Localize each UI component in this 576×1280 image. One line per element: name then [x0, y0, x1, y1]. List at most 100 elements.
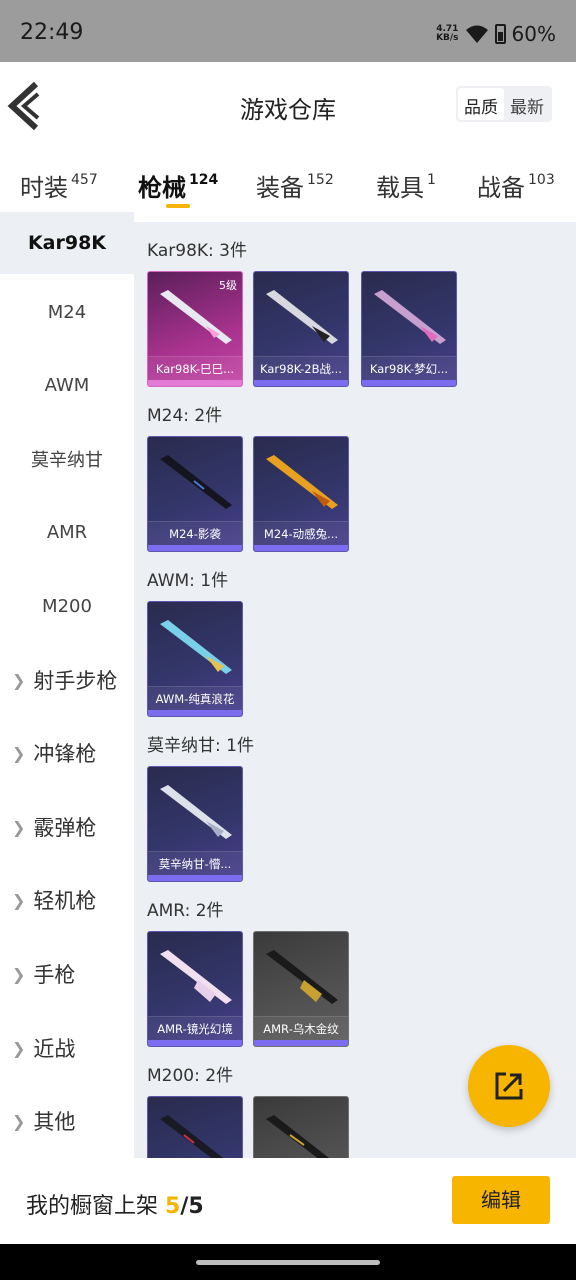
tab-supplies[interactable]: 战备 103	[477, 168, 555, 203]
sidebar-group-label: 其他	[33, 1110, 76, 1134]
weapon-card[interactable]: M24-动感兔...	[253, 436, 349, 552]
sidebar-group-label: 霰弹枪	[33, 816, 97, 840]
weapon-card[interactable]: AMR-镜光幻境	[147, 931, 243, 1047]
chevron-right-icon: ❯	[12, 1111, 26, 1131]
chevron-right-icon: ❯	[12, 890, 26, 910]
rifle-icon	[266, 950, 338, 1004]
weapon-card[interactable]: 莫辛纳甘-懵...	[147, 766, 243, 882]
rifle-icon	[160, 1115, 224, 1158]
rarity-bar	[148, 710, 242, 716]
rarity-bar	[362, 380, 456, 386]
edit-button[interactable]: 编辑	[452, 1176, 550, 1224]
section-title: AWM: 1件	[147, 571, 229, 591]
rifle-icon	[160, 950, 232, 1004]
sidebar-group-pistol[interactable]: ❯ 手枪	[0, 948, 134, 1000]
sort-toggle: 品质 最新	[456, 86, 552, 122]
weapon-sidebar: Kar98K M24 AWM 莫辛纳甘 AMR M200 ❯ 射手步枪 ❯ 冲锋枪 …	[0, 212, 134, 1158]
tab-vehicles[interactable]: 载具 1	[376, 168, 436, 203]
sidebar-group-smg[interactable]: ❯ 冲锋枪	[0, 727, 134, 779]
rarity-bar	[254, 380, 348, 386]
section-title: 莫辛纳甘: 1件	[147, 736, 254, 756]
weapon-card[interactable]: AMR-乌木金纹	[253, 931, 349, 1047]
sort-quality-button[interactable]: 品质	[458, 88, 504, 120]
tab-count: 457	[71, 172, 98, 188]
weapon-name: AWM-纯真浪花	[148, 686, 242, 710]
sort-latest-button[interactable]: 最新	[504, 88, 550, 120]
chevron-right-icon: ❯	[12, 817, 26, 837]
battery-icon	[494, 24, 506, 44]
rarity-bar	[254, 1040, 348, 1046]
tab-fashion[interactable]: 时装 457	[20, 168, 98, 203]
sidebar-group-label: 射手步枪	[33, 669, 118, 693]
rarity-bar	[148, 380, 242, 386]
chevron-right-icon: ❯	[12, 964, 26, 984]
header: 游戏仓库 品质 最新	[0, 62, 576, 152]
rifle-icon	[160, 620, 232, 674]
weapon-list: Kar98K: 3件 5级 Kar98K-巳巳... Kar98K-2B战...…	[134, 222, 576, 1158]
weapon-card[interactable]: M24-影袭	[147, 436, 243, 552]
sidebar-item-m24[interactable]: M24	[0, 286, 134, 338]
weapon-card[interactable]	[147, 1096, 243, 1158]
weapon-name: M24-影袭	[148, 521, 242, 545]
level-badge: 5级	[219, 279, 237, 292]
clock: 22:49	[20, 20, 84, 45]
weapon-name: AMR-乌木金纹	[254, 1016, 348, 1040]
rifle-icon	[266, 1115, 330, 1158]
rifle-icon	[266, 455, 338, 509]
weapon-card[interactable]: 5级 Kar98K-巳巳...	[147, 271, 243, 387]
rarity-bar	[254, 545, 348, 551]
sidebar-item-kar98k[interactable]: Kar98K	[0, 212, 134, 274]
showcase-label: 我的橱窗上架	[26, 1194, 159, 1219]
chevron-right-icon: ❯	[12, 1038, 26, 1058]
sidebar-item-mosin[interactable]: 莫辛纳甘	[0, 433, 134, 485]
sidebar-group-melee[interactable]: ❯ 近战	[0, 1022, 134, 1074]
rifle-icon	[160, 455, 232, 509]
tab-label: 战备	[477, 174, 525, 202]
tab-label: 装备	[256, 174, 304, 202]
sidebar-group-shotgun[interactable]: ❯ 霰弹枪	[0, 801, 134, 853]
sidebar-group-label: 冲锋枪	[33, 742, 97, 766]
rifle-icon	[160, 785, 232, 839]
section-title: AMR: 2件	[147, 901, 224, 921]
tab-count: 124	[189, 172, 219, 188]
tab-guns[interactable]: 枪械 124	[138, 168, 218, 203]
sidebar-item-amr[interactable]: AMR	[0, 506, 134, 558]
share-fab[interactable]	[468, 1045, 550, 1127]
sidebar-group-label: 轻机枪	[33, 889, 97, 913]
sidebar-group-lmg[interactable]: ❯ 轻机枪	[0, 874, 134, 926]
rarity-bar	[148, 545, 242, 551]
sidebar-item-awm[interactable]: AWM	[0, 359, 134, 411]
sidebar-group-dmr[interactable]: ❯ 射手步枪	[0, 654, 134, 706]
status-bar: 22:49 4.71 KB/s 60%	[0, 0, 576, 62]
sidebar-item-m200[interactable]: M200	[0, 580, 134, 632]
tab-active-indicator	[166, 204, 190, 208]
section-title: M200: 2件	[147, 1066, 234, 1086]
system-nav-bar	[0, 1244, 576, 1280]
battery-percent: 60%	[511, 22, 556, 46]
weapon-card[interactable]	[253, 1096, 349, 1158]
tab-count: 152	[307, 172, 334, 188]
rifle-icon	[374, 290, 446, 344]
showcase-total: /5	[180, 1194, 204, 1219]
tab-equipment[interactable]: 装备 152	[256, 168, 334, 203]
weapon-card[interactable]: Kar98K-梦幻...	[361, 271, 457, 387]
tab-label: 时装	[20, 174, 68, 202]
home-indicator[interactable]	[196, 1260, 380, 1265]
rifle-icon	[160, 290, 232, 344]
weapon-card[interactable]: AWM-纯真浪花	[147, 601, 243, 717]
weapon-name: AMR-镜光幻境	[148, 1016, 242, 1040]
tab-count: 103	[528, 172, 555, 188]
chevron-right-icon: ❯	[12, 670, 26, 690]
section-title: Kar98K: 3件	[147, 241, 247, 261]
weapon-name: M24-动感兔...	[254, 521, 348, 545]
chevron-right-icon: ❯	[12, 743, 26, 763]
showcase-status: 我的橱窗上架 5/5	[26, 1188, 204, 1220]
tab-label: 枪械	[138, 174, 186, 202]
tab-label: 载具	[376, 174, 424, 202]
weapon-card[interactable]: Kar98K-2B战...	[253, 271, 349, 387]
sidebar-group-other[interactable]: ❯ 其他	[0, 1095, 134, 1147]
sidebar-group-label: 近战	[33, 1037, 76, 1061]
rifle-icon	[266, 290, 338, 344]
status-icons: 4.71 KB/s 60%	[436, 22, 556, 46]
sidebar-group-label: 手枪	[33, 963, 76, 987]
